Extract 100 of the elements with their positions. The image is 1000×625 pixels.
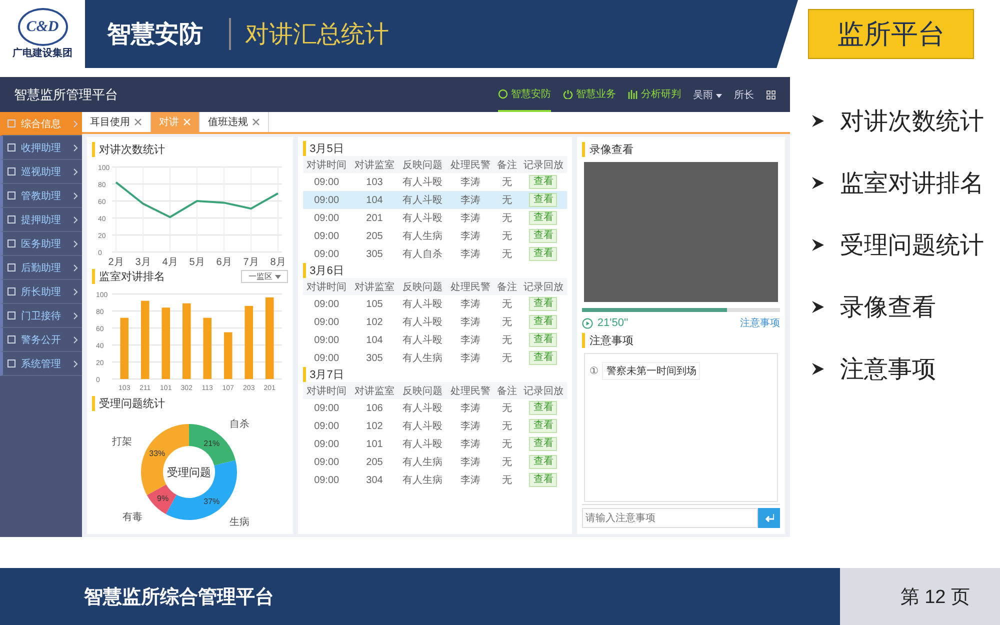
view-button[interactable]: 查看 <box>529 175 558 189</box>
column-header: 备注 <box>494 278 520 295</box>
close-icon[interactable] <box>134 118 142 126</box>
view-button[interactable]: 查看 <box>529 419 558 433</box>
table-row[interactable]: 09:00 205 有人生病 李涛 无 查看 <box>302 227 568 245</box>
table-cell-text: 无 <box>500 230 513 244</box>
table-cell: 无 <box>494 295 520 313</box>
table-cell-text: 李涛 <box>459 230 482 244</box>
table-cell: 201 <box>350 209 398 227</box>
table-cell: 李涛 <box>446 295 494 313</box>
play-icon[interactable] <box>582 318 594 328</box>
axis-tick-label: 3月 <box>135 257 151 266</box>
company-name: 广电建设集团 <box>12 46 72 60</box>
view-button[interactable]: 查看 <box>529 193 558 207</box>
table-row[interactable]: 09:00 305 有人生病 李涛 无 查看 <box>302 349 568 367</box>
table-row[interactable]: 09:00 106 有人斗殴 李涛 无 查看 <box>302 399 568 417</box>
table-row[interactable]: 09:00 105 有人斗殴 李涛 无 查看 <box>302 295 568 313</box>
sidebar-item[interactable]: 系统管理 <box>0 352 82 376</box>
table-cell-text: 102 <box>365 420 384 434</box>
view-button[interactable]: 查看 <box>529 297 558 311</box>
panel-title: 注意事项 <box>582 333 780 348</box>
sidebar-item[interactable]: 门卫接待 <box>0 304 82 328</box>
sidebar-item[interactable]: 巡视助理 <box>0 160 82 184</box>
sidebar-item[interactable]: 医务助理 <box>0 232 82 256</box>
column-header: 对讲时间 <box>302 278 351 295</box>
tab[interactable]: 值班违规 <box>200 112 269 132</box>
table-row[interactable]: 09:00 104 有人斗殴 李涛 无 查看 <box>302 331 568 349</box>
column-header: 处理民警 <box>446 278 494 295</box>
enter-button[interactable] <box>758 508 780 528</box>
table-row[interactable]: 09:00 103 有人斗殴 李涛 无 查看 <box>302 173 568 191</box>
circle-icon <box>498 88 508 98</box>
table-row[interactable]: 09:00 102 有人斗殴 李涛 无 查看 <box>302 417 568 435</box>
table-cell: 103 <box>350 173 398 191</box>
panel-title: 监室对讲排名 <box>99 270 165 284</box>
table-cell-text: 205 <box>365 456 384 470</box>
table-row[interactable]: 09:00 102 有人斗殴 李涛 无 查看 <box>302 313 568 331</box>
table-cell-text: 无 <box>500 316 513 330</box>
view-button[interactable]: 查看 <box>529 229 558 243</box>
table-cell-text: 李涛 <box>459 316 482 330</box>
bullet-text: 录像查看 <box>840 293 936 323</box>
nav-tab[interactable]: 智慧业务 <box>563 77 616 112</box>
sidebar-item[interactable]: 收押助理 <box>0 136 82 160</box>
chevron-icon <box>73 336 78 344</box>
table-cell-text: 有人斗殴 <box>401 334 444 348</box>
table-cell: 有人斗殴 <box>398 173 446 191</box>
bullet-text: 对讲次数统计 <box>840 107 984 137</box>
arrow-bullet-icon <box>810 361 826 377</box>
view-button[interactable]: 查看 <box>529 473 558 487</box>
view-button[interactable]: 查看 <box>529 333 558 347</box>
view-button[interactable]: 查看 <box>529 437 558 451</box>
table-cell: 有人斗殴 <box>398 399 446 417</box>
table-cell: 104 <box>350 191 398 209</box>
table-cell-text: 有人斗殴 <box>401 420 444 434</box>
nav-tab[interactable]: 分析研判 <box>628 77 682 112</box>
table-cell-text: 101 <box>365 438 384 452</box>
grid-icon[interactable] <box>766 90 776 100</box>
sidebar-item[interactable]: 后勤助理 <box>0 256 82 280</box>
note-input-field[interactable]: 请输入注意事项 <box>582 508 758 528</box>
close-icon[interactable] <box>252 118 260 126</box>
sidebar-item[interactable]: 提押助理 <box>0 208 82 232</box>
menu-item-icon <box>7 119 16 128</box>
view-button[interactable]: 查看 <box>529 247 558 261</box>
table-cell-text: 09:00 <box>313 474 340 488</box>
view-button[interactable]: 查看 <box>529 351 558 365</box>
bar <box>224 332 232 380</box>
panel-title: 受理问题统计 <box>92 396 288 412</box>
table-cell: 李涛 <box>446 191 494 209</box>
sidebar-item[interactable]: 所长助理 <box>0 280 82 304</box>
view-button[interactable]: 查看 <box>529 211 558 225</box>
table-cell-text: 有人斗殴 <box>401 316 444 330</box>
dropdown[interactable]: 一监区 <box>241 270 288 284</box>
view-button[interactable]: 查看 <box>529 315 558 329</box>
table-row[interactable]: 09:00 104 有人斗殴 李涛 无 查看 <box>302 191 568 209</box>
user-menu[interactable]: 吴雨 <box>693 88 722 102</box>
menu-item-icon <box>7 359 16 368</box>
page-number: 第 12 页 <box>900 586 970 610</box>
view-button[interactable]: 查看 <box>529 401 558 415</box>
menu-item-icon <box>7 239 16 248</box>
progress-track[interactable] <box>582 308 780 312</box>
chevron-icon <box>73 288 78 296</box>
column-header: 记录回放 <box>519 382 568 399</box>
table-row[interactable]: 09:00 205 有人生病 李涛 无 查看 <box>302 453 568 471</box>
notes-link[interactable]: 注意事项 <box>740 316 780 330</box>
menu-item-icon <box>7 191 16 200</box>
value-label: 37% <box>204 497 220 506</box>
table-cell: 无 <box>494 191 520 209</box>
slice-label: 打架 <box>112 436 132 448</box>
view-button[interactable]: 查看 <box>529 455 558 469</box>
table-cell-text: 李涛 <box>459 420 482 434</box>
value-label: 33% <box>149 449 166 458</box>
table-row[interactable]: 09:00 305 有人自杀 李涛 无 查看 <box>302 245 568 263</box>
menu-item-icon <box>7 263 16 272</box>
table-row[interactable]: 09:00 101 有人斗殴 李涛 无 查看 <box>302 435 568 453</box>
company-logo: C&D <box>18 8 68 46</box>
sidebar-item[interactable]: 综合信息 <box>0 112 82 136</box>
table-row[interactable]: 09:00 201 有人斗殴 李涛 无 查看 <box>302 209 568 227</box>
table-cell-text: 无 <box>500 248 513 262</box>
sidebar-item[interactable]: 管教助理 <box>0 184 82 208</box>
table-row[interactable]: 09:00 304 有人生病 李涛 无 查看 <box>302 471 568 489</box>
sidebar-item[interactable]: 警务公开 <box>0 328 82 352</box>
